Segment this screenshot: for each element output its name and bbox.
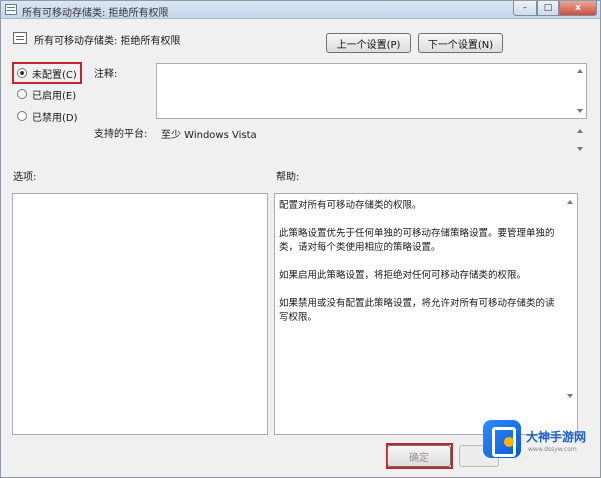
previous-setting-button[interactable]: 上一个设置(P) xyxy=(326,33,411,53)
close-button[interactable]: x xyxy=(559,1,597,16)
watermark: 大神手游网 www.dssyw.com xyxy=(481,420,599,472)
help-text: 配置对所有可移动存储类的权限。 此策略设置优先于任何单独的可移动存储策略设置。要… xyxy=(279,199,559,339)
options-label: 选项: xyxy=(13,172,37,183)
next-setting-button[interactable]: 下一个设置(N) xyxy=(418,33,503,53)
comment-textarea[interactable] xyxy=(156,63,587,119)
help-paragraph: 配置对所有可移动存储类的权限。 xyxy=(279,200,422,211)
watermark-url: www.dssyw.com xyxy=(528,446,577,453)
help-paragraph: 如果启用此策略设置，将拒绝对任何可移动存储类的权限。 xyxy=(279,270,527,281)
radio-enabled[interactable]: 已启用(E) xyxy=(17,87,77,102)
scroll-up-arrow-icon[interactable] xyxy=(577,129,583,133)
scroll-down-arrow-icon[interactable] xyxy=(577,109,583,113)
platform-scrollbar[interactable] xyxy=(575,123,587,157)
platform-label: 支持的平台: xyxy=(94,129,148,140)
scroll-down-arrow-icon[interactable] xyxy=(567,394,573,398)
policy-window-icon xyxy=(5,4,17,15)
radio-button-icon[interactable] xyxy=(17,68,27,78)
scroll-up-arrow-icon[interactable] xyxy=(577,69,583,73)
help-panel: 配置对所有可移动存储类的权限。 此策略设置优先于任何单独的可移动存储策略设置。要… xyxy=(274,193,578,435)
ok-button[interactable]: 确定 xyxy=(387,445,451,467)
radio-disabled[interactable]: 已禁用(D) xyxy=(17,109,78,124)
radio-button-icon[interactable] xyxy=(17,111,27,121)
radio-not-configured[interactable]: 未配置(C) xyxy=(17,66,77,81)
platform-field: 至少 Windows Vista xyxy=(156,123,587,157)
radio-button-icon[interactable] xyxy=(17,89,27,99)
watermark-logo-icon xyxy=(483,420,521,458)
help-paragraph: 此策略设置优先于任何单独的可移动存储策略设置。要管理单独的类，请对每个类使用相应… xyxy=(279,228,555,253)
policy-icon xyxy=(13,32,27,44)
radio-label: 已禁用(D) xyxy=(32,112,78,124)
title-bar[interactable]: 所有可移动存储类: 拒绝所有权限 – □ x xyxy=(1,1,600,19)
help-scrollbar[interactable] xyxy=(565,194,577,434)
comment-label: 注释: xyxy=(94,69,118,80)
scroll-down-arrow-icon[interactable] xyxy=(577,147,583,151)
window-controls: – □ x xyxy=(513,1,597,17)
minimize-button[interactable]: – xyxy=(513,1,537,16)
comment-scrollbar[interactable] xyxy=(575,63,587,119)
radio-label: 已启用(E) xyxy=(32,90,77,102)
radio-label: 未配置(C) xyxy=(32,69,77,81)
help-paragraph: 如果禁用或没有配置此策略设置，将允许对所有可移动存储类的读写权限。 xyxy=(279,298,555,323)
watermark-name: 大神手游网 xyxy=(526,430,587,444)
platform-value: 至少 Windows Vista xyxy=(161,130,257,141)
policy-dialog: 所有可移动存储类: 拒绝所有权限 – □ x 所有可移动存储类: 拒绝所有权限 … xyxy=(0,0,601,478)
window-title: 所有可移动存储类: 拒绝所有权限 xyxy=(22,8,169,19)
options-panel xyxy=(12,193,268,435)
scroll-up-arrow-icon[interactable] xyxy=(567,200,573,204)
policy-title: 所有可移动存储类: 拒绝所有权限 xyxy=(34,36,181,47)
maximize-button[interactable]: □ xyxy=(537,1,559,16)
help-label: 帮助: xyxy=(276,172,300,183)
